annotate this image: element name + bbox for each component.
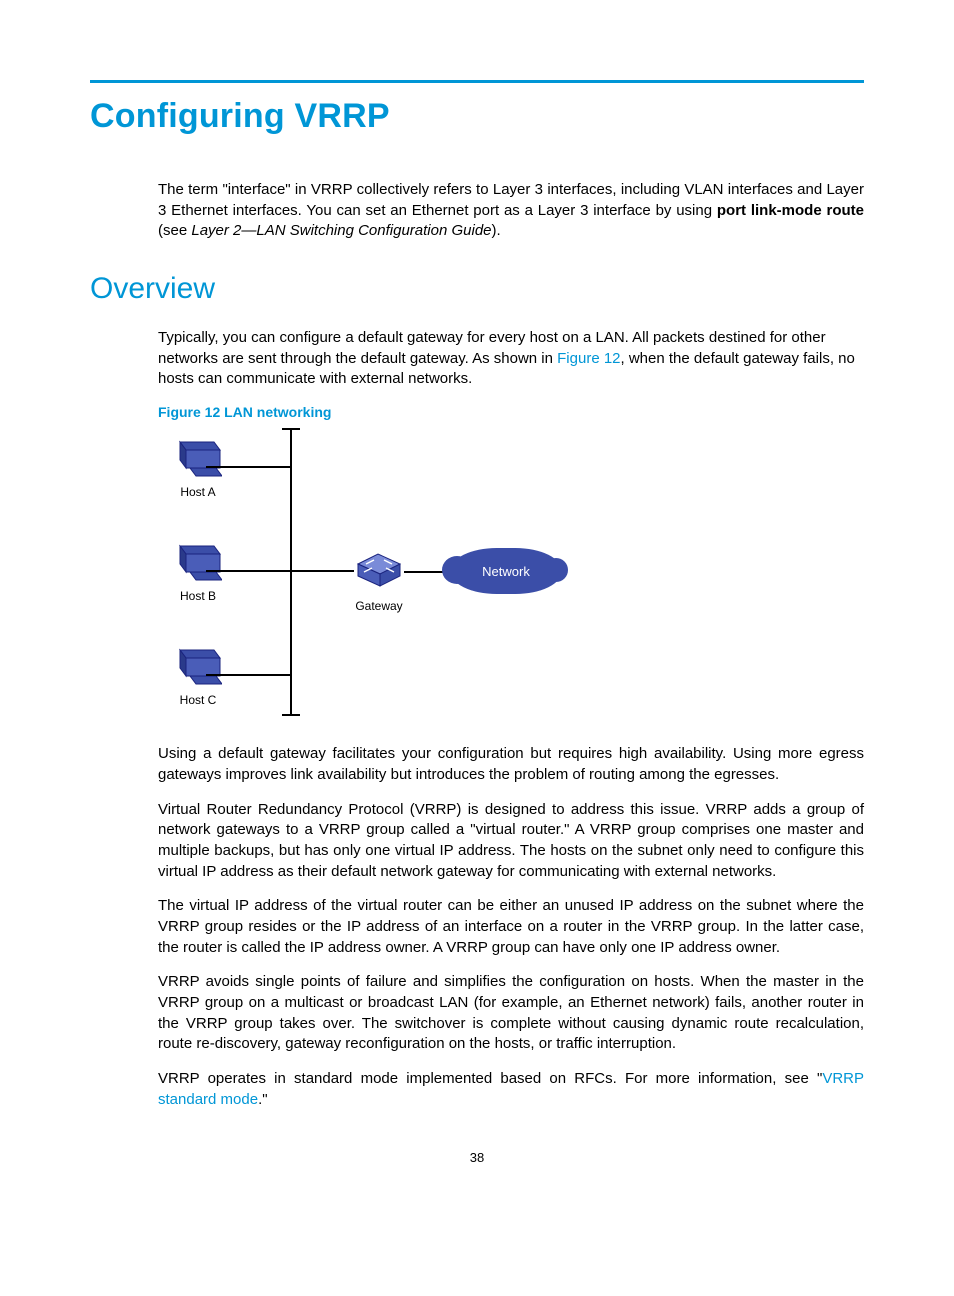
bus-top-cap — [282, 428, 300, 430]
intro-mid: (see — [158, 222, 191, 239]
host-c-label: Host C — [158, 693, 238, 707]
bus-bottom-cap — [282, 714, 300, 716]
p6-pre: VRRP operates in standard mode implement… — [158, 1070, 822, 1087]
lan-bus-line — [290, 430, 292, 714]
figure-12-diagram: Host A Host B — [158, 426, 578, 726]
host-c-tap — [206, 674, 290, 676]
host-a-label: Host A — [158, 485, 238, 499]
host-b: Host B — [158, 542, 238, 603]
figure-12-link[interactable]: Figure 12 — [557, 350, 620, 367]
paragraph-5: VRRP avoids single points of failure and… — [158, 972, 864, 1055]
intro-paragraph: The term "interface" in VRRP collectivel… — [158, 180, 864, 242]
paragraph-4: The virtual IP address of the virtual ro… — [158, 896, 864, 958]
host-a: Host A — [158, 438, 238, 499]
section-overview-heading: Overview — [90, 272, 864, 306]
network-cloud: Network — [450, 548, 562, 594]
paragraph-2: Using a default gateway facilitates your… — [158, 744, 864, 785]
computer-icon — [174, 438, 222, 478]
network-label: Network — [482, 564, 530, 579]
computer-icon — [174, 542, 222, 582]
page-number: 38 — [90, 1150, 864, 1165]
p6-post: ." — [258, 1091, 268, 1108]
figure-caption: Figure 12 LAN networking — [158, 404, 864, 420]
overview-p1: Typically, you can configure a default g… — [158, 328, 864, 390]
paragraph-6: VRRP operates in standard mode implement… — [158, 1069, 864, 1110]
host-a-tap — [206, 466, 290, 468]
computer-icon — [174, 646, 222, 686]
router-icon — [354, 550, 404, 590]
host-c: Host C — [158, 646, 238, 707]
intro-post: ). — [492, 222, 501, 239]
top-rule — [90, 80, 864, 83]
host-b-tap — [206, 570, 290, 572]
intro-italic: Layer 2—LAN Switching Configuration Guid… — [191, 222, 491, 239]
page-title: Configuring VRRP — [90, 97, 864, 136]
gateway-tap — [292, 570, 354, 572]
host-b-label: Host B — [158, 589, 238, 603]
intro-bold: port link-mode route — [717, 202, 864, 219]
gateway: Gateway — [354, 550, 404, 613]
gateway-label: Gateway — [354, 599, 404, 613]
paragraph-3: Virtual Router Redundancy Protocol (VRRP… — [158, 800, 864, 883]
